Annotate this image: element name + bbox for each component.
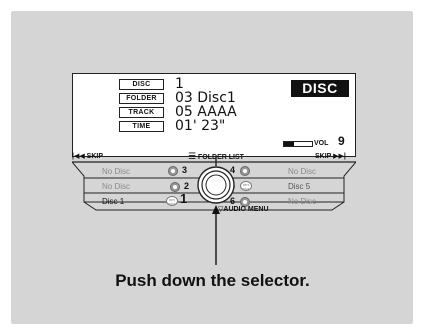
skip-forward-button[interactable]: SKIP ▶▶|	[315, 152, 346, 160]
time-value: 01' 23"	[175, 118, 226, 134]
push-arrow-icon	[212, 205, 220, 265]
slot-1-label[interactable]: Disc 1	[102, 195, 124, 208]
disc-icon	[168, 166, 178, 176]
slot-5-label[interactable]: Disc 5	[288, 180, 310, 193]
slot-6-label[interactable]: No Disc	[288, 195, 316, 208]
source-badge: DISC	[291, 80, 349, 97]
instruction-caption: Push down the selector.	[115, 271, 310, 290]
time-tag: TIME	[119, 121, 164, 132]
skip-forward-icon: ▶▶|	[331, 153, 346, 160]
slot-4-label[interactable]: No Disc	[288, 165, 316, 178]
volume-bar	[283, 141, 313, 147]
track-tag: TRACK	[119, 107, 164, 118]
disc-icon	[170, 182, 180, 192]
volume-bar-fill	[284, 142, 294, 146]
skip-back-icon: |◀◀	[72, 153, 87, 160]
slot-2-label[interactable]: No Disc	[102, 180, 130, 193]
folder-tag: FOLDER	[119, 93, 164, 104]
slot-3-label[interactable]: No Disc	[102, 165, 130, 178]
disc-tag: DISC	[119, 79, 164, 90]
volume-value: 9	[338, 134, 345, 148]
volume-label: VOL	[314, 140, 329, 147]
skip-back-button[interactable]: |◀◀ SKIP	[72, 152, 103, 160]
audio-display-screen: DISC 1 FOLDER 03 Disc1 TRACK 05 AAAA TIM…	[72, 73, 356, 157]
mp3-wma-icon: MP3 WMA	[166, 196, 178, 206]
